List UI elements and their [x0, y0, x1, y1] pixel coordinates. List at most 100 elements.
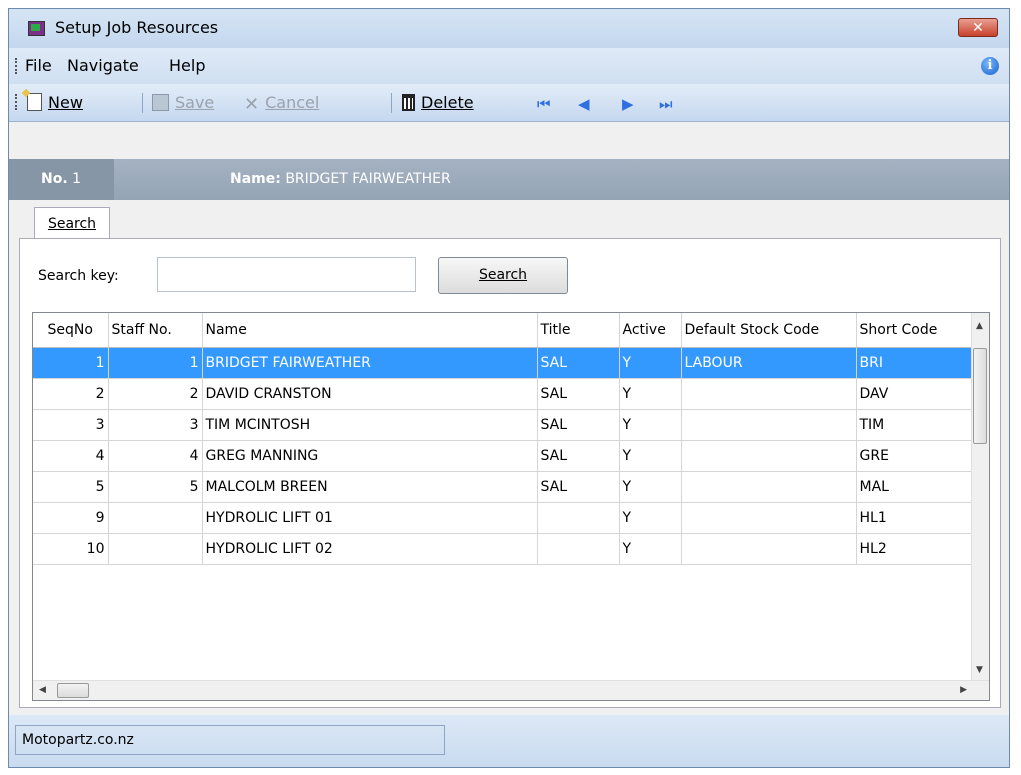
- table-row[interactable]: 1 1 BRIDGET FAIRWEATHER SAL Y LABOUR BRI: [33, 347, 973, 379]
- cell-title[interactable]: [537, 533, 620, 565]
- menu-help[interactable]: Help: [169, 56, 205, 75]
- cell-default-stock-code[interactable]: [681, 409, 857, 441]
- table-row[interactable]: 4 4 GREG MANNING SAL Y GRE: [33, 440, 973, 472]
- cell-staff-no[interactable]: 3: [108, 409, 203, 441]
- table-row[interactable]: 3 3 TIM MCINTOSH SAL Y TIM: [33, 409, 973, 441]
- scroll-left-icon[interactable]: ◀: [39, 685, 46, 695]
- column-header-seqno[interactable]: SeqNo: [33, 313, 109, 348]
- cell-active[interactable]: Y: [619, 502, 682, 534]
- record-no-value: 1: [72, 171, 82, 187]
- cell-default-stock-code[interactable]: [681, 471, 857, 503]
- search-input[interactable]: [157, 257, 416, 292]
- cell-staff-no[interactable]: 5: [108, 471, 203, 503]
- table-row[interactable]: 9 HYDROLIC LIFT 01 Y HL1: [33, 502, 973, 534]
- cell-name[interactable]: BRIDGET FAIRWEATHER: [202, 347, 538, 379]
- cell-staff-no[interactable]: 2: [108, 378, 203, 410]
- scroll-up-icon[interactable]: ▲: [976, 321, 983, 331]
- menu-file[interactable]: File: [25, 56, 52, 75]
- cell-default-stock-code[interactable]: [681, 533, 857, 565]
- record-name-label: Name:: [230, 171, 281, 187]
- save-label: Save: [175, 93, 215, 112]
- info-icon[interactable]: i: [981, 57, 999, 75]
- save-button[interactable]: Save: [152, 93, 214, 112]
- cell-title[interactable]: SAL: [537, 409, 620, 441]
- vertical-scrollbar[interactable]: ▲ ▼: [971, 313, 989, 682]
- window-title: Setup Job Resources: [55, 18, 219, 37]
- cell-staff-no[interactable]: 1: [108, 347, 203, 379]
- table-row[interactable]: 10 HYDROLIC LIFT 02 Y HL2: [33, 533, 973, 565]
- cell-name[interactable]: GREG MANNING: [202, 440, 538, 472]
- cell-short-code[interactable]: HL1: [856, 502, 973, 534]
- cell-active[interactable]: Y: [619, 378, 682, 410]
- cancel-button[interactable]: ✕ Cancel: [244, 93, 319, 115]
- cell-seqno[interactable]: 3: [33, 409, 109, 441]
- close-icon[interactable]: ✕: [958, 18, 998, 37]
- next-record-icon[interactable]: ▶: [622, 95, 634, 113]
- cell-default-stock-code[interactable]: [681, 502, 857, 534]
- cell-title[interactable]: SAL: [537, 378, 620, 410]
- cell-name[interactable]: MALCOLM BREEN: [202, 471, 538, 503]
- menu-grip[interactable]: [15, 58, 20, 74]
- cell-default-stock-code[interactable]: [681, 440, 857, 472]
- cell-short-code[interactable]: GRE: [856, 440, 973, 472]
- cell-title[interactable]: SAL: [537, 440, 620, 472]
- cell-active[interactable]: Y: [619, 533, 682, 565]
- cell-default-stock-code[interactable]: [681, 378, 857, 410]
- cell-staff-no[interactable]: 4: [108, 440, 203, 472]
- cell-default-stock-code[interactable]: LABOUR: [681, 347, 857, 379]
- cell-name[interactable]: TIM MCINTOSH: [202, 409, 538, 441]
- new-icon: [27, 93, 42, 111]
- cancel-icon: ✕: [244, 94, 260, 115]
- cell-seqno[interactable]: 4: [33, 440, 109, 472]
- cell-seqno[interactable]: 1: [33, 347, 109, 379]
- last-record-icon[interactable]: ⏭: [659, 95, 673, 113]
- resources-grid[interactable]: SeqNo Staff No. Name Title Active Defaul…: [32, 312, 990, 701]
- column-header-default-stock-code[interactable]: Default Stock Code: [681, 313, 857, 348]
- column-header-staff-no[interactable]: Staff No.: [108, 313, 203, 348]
- cell-title[interactable]: SAL: [537, 347, 620, 379]
- title-bar: Setup Job Resources ✕: [9, 9, 1009, 48]
- record-no-label: No.: [41, 171, 68, 187]
- cell-active[interactable]: Y: [619, 471, 682, 503]
- table-row[interactable]: 5 5 MALCOLM BREEN SAL Y MAL: [33, 471, 973, 503]
- cell-short-code[interactable]: MAL: [856, 471, 973, 503]
- cell-title[interactable]: SAL: [537, 471, 620, 503]
- cell-name[interactable]: HYDROLIC LIFT 02: [202, 533, 538, 565]
- cell-staff-no[interactable]: [108, 502, 203, 534]
- column-header-short-code[interactable]: Short Code: [856, 313, 973, 348]
- search-key-label: Search key:: [38, 268, 119, 284]
- cell-short-code[interactable]: HL2: [856, 533, 973, 565]
- first-record-icon[interactable]: ⏮: [537, 95, 551, 113]
- scroll-right-icon[interactable]: ▶: [960, 685, 967, 695]
- vertical-scroll-thumb[interactable]: [973, 348, 987, 444]
- table-body: 1 1 BRIDGET FAIRWEATHER SAL Y LABOUR BRI 2 2 DAVI…: [33, 347, 973, 565]
- column-header-title[interactable]: Title: [537, 313, 620, 348]
- cell-seqno[interactable]: 5: [33, 471, 109, 503]
- horizontal-scrollbar[interactable]: ◀ ▶: [33, 680, 989, 700]
- cell-active[interactable]: Y: [619, 347, 682, 379]
- delete-button[interactable]: Delete: [402, 93, 474, 112]
- column-header-name[interactable]: Name: [202, 313, 538, 348]
- column-header-active[interactable]: Active: [619, 313, 682, 348]
- cell-name[interactable]: DAVID CRANSTON: [202, 378, 538, 410]
- horizontal-scroll-thumb[interactable]: [57, 683, 89, 698]
- cell-title[interactable]: [537, 502, 620, 534]
- cell-seqno[interactable]: 10: [33, 533, 109, 565]
- prev-record-icon[interactable]: ◀: [578, 95, 590, 113]
- toolbar-grip[interactable]: [15, 94, 20, 110]
- cell-staff-no[interactable]: [108, 533, 203, 565]
- cell-active[interactable]: Y: [619, 440, 682, 472]
- cell-short-code[interactable]: BRI: [856, 347, 973, 379]
- menu-navigate[interactable]: Navigate: [67, 56, 139, 75]
- cell-short-code[interactable]: DAV: [856, 378, 973, 410]
- search-button[interactable]: Search: [438, 257, 568, 294]
- cell-active[interactable]: Y: [619, 409, 682, 441]
- cell-name[interactable]: HYDROLIC LIFT 01: [202, 502, 538, 534]
- cell-seqno[interactable]: 9: [33, 502, 109, 534]
- cell-short-code[interactable]: TIM: [856, 409, 973, 441]
- scroll-down-icon[interactable]: ▼: [976, 665, 983, 675]
- new-button[interactable]: New: [27, 93, 83, 112]
- table-row[interactable]: 2 2 DAVID CRANSTON SAL Y DAV: [33, 378, 973, 410]
- cell-seqno[interactable]: 2: [33, 378, 109, 410]
- tab-search[interactable]: Search: [34, 207, 110, 239]
